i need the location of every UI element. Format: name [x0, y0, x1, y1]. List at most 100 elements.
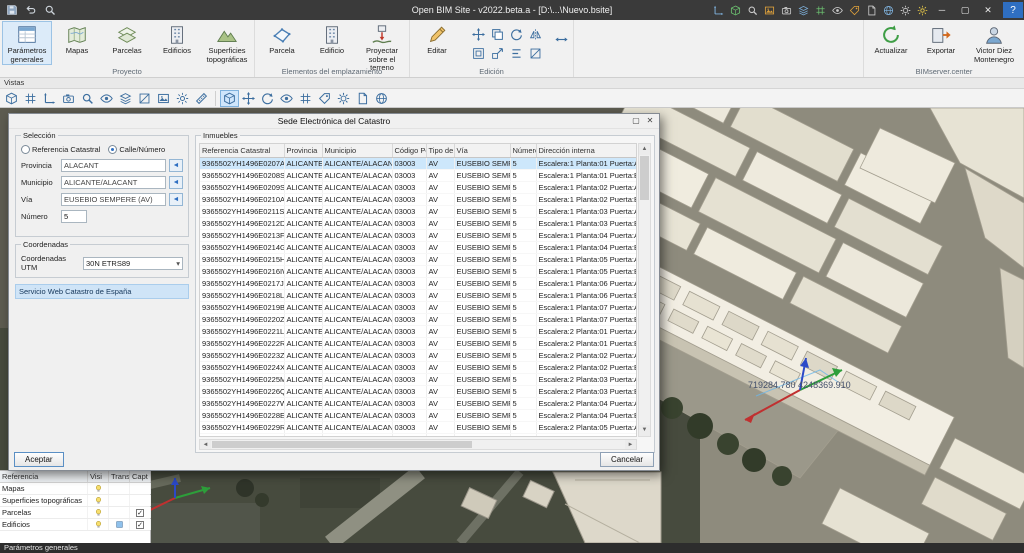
- select-mode-icon[interactable]: [220, 90, 239, 107]
- section-view-icon[interactable]: [135, 90, 154, 107]
- coordenadas-utm-select[interactable]: 30N ETRS89: [83, 257, 183, 270]
- table-row[interactable]: 9365502YH1496E0208SB ALICANTE ALICANTE/A…: [200, 169, 637, 181]
- help-button[interactable]: ?: [1003, 2, 1023, 18]
- camera-view-icon[interactable]: [59, 90, 78, 107]
- editar-button[interactable]: Editar: [412, 21, 462, 65]
- col-codigo-postal[interactable]: Código Postal: [392, 144, 426, 157]
- sun-light-icon[interactable]: [173, 90, 192, 107]
- copy-button[interactable]: [488, 25, 506, 43]
- move-button[interactable]: [469, 25, 487, 43]
- save-icon[interactable]: [4, 3, 20, 18]
- municipio-pick-button[interactable]: [169, 176, 183, 189]
- view-cube-icon[interactable]: [2, 90, 21, 107]
- document-icon[interactable]: [863, 3, 879, 18]
- municipio-input[interactable]: [61, 176, 166, 189]
- scroll-up-icon[interactable]: [639, 144, 650, 155]
- maximize-button[interactable]: [954, 2, 976, 18]
- visibility-icon[interactable]: [97, 90, 116, 107]
- table-row[interactable]: 9365502YH1496E0210AL ALICANTE ALICANTE/A…: [200, 193, 637, 205]
- radio-calle-numero[interactable]: Calle/Número: [108, 145, 165, 154]
- superficies-topograficas-button[interactable]: Superficies topográficas: [202, 21, 252, 65]
- col-provincia[interactable]: Provincia: [284, 144, 322, 157]
- globe-view-icon[interactable]: [372, 90, 391, 107]
- search-icon[interactable]: [744, 3, 760, 18]
- pan-view-icon[interactable]: [239, 90, 258, 107]
- layers-icon[interactable]: [795, 3, 811, 18]
- settings-icon[interactable]: [897, 3, 913, 18]
- col-municipio[interactable]: Municipio: [322, 144, 392, 157]
- close-button[interactable]: [977, 2, 999, 18]
- scroll-down-icon[interactable]: [639, 425, 650, 436]
- mirror-button[interactable]: [526, 25, 544, 43]
- col-via[interactable]: Vía: [454, 144, 510, 157]
- parcelas-button[interactable]: Parcelas: [102, 21, 152, 65]
- proyectar-terreno-button[interactable]: Proyectar sobre el terreno: [357, 21, 407, 74]
- capture-checkbox[interactable]: [136, 521, 144, 529]
- via-input[interactable]: [61, 193, 166, 206]
- servicio-web-catastro-button[interactable]: Servicio Web Catastro de España: [15, 284, 189, 299]
- orbit-view-icon[interactable]: [258, 90, 277, 107]
- layers-view-icon[interactable]: [116, 90, 135, 107]
- table-row[interactable]: 9365502YH1496E0216IW ALICANTE ALICANTE/A…: [200, 265, 637, 277]
- axes-icon[interactable]: [710, 3, 726, 18]
- table-row[interactable]: 9365502YH1496E0227WP ALICANTE ALICANTE/A…: [200, 397, 637, 409]
- label-tag-icon[interactable]: [315, 90, 334, 107]
- mapas-button[interactable]: Mapas: [52, 21, 102, 65]
- col-numero[interactable]: Número: [510, 144, 536, 157]
- options-icon[interactable]: [334, 90, 353, 107]
- edificios-button[interactable]: Edificios: [152, 21, 202, 65]
- grid-snap-icon[interactable]: [296, 90, 315, 107]
- visibility-bulb-icon[interactable]: [88, 519, 109, 530]
- section-button[interactable]: [526, 44, 544, 62]
- top-view-icon[interactable]: [21, 90, 40, 107]
- reference-row-edificios[interactable]: Edificios: [0, 519, 150, 531]
- scroll-left-icon[interactable]: [200, 440, 211, 449]
- table-row[interactable]: 9365502YH1496E0209SD ALICANTE ALICANTE/A…: [200, 181, 637, 193]
- table-row[interactable]: 9365502YH1496E0212DZ ALICANTE ALICANTE/A…: [200, 217, 637, 229]
- table-row[interactable]: 9365502YH1496E0228EA ALICANTE ALICANTE/A…: [200, 409, 637, 421]
- grid-icon[interactable]: [812, 3, 828, 18]
- scale-button[interactable]: [488, 44, 506, 62]
- user-account-button[interactable]: Victor Diez Montenegro: [966, 21, 1022, 65]
- table-row[interactable]: 9365502YH1496E0207AL ALICANTE ALICANTE/A…: [200, 157, 637, 169]
- col-direccion-interna[interactable]: Dirección interna: [536, 144, 637, 157]
- table-row[interactable]: 9365502YH1496E0223ZY ALICANTE ALICANTE/A…: [200, 349, 637, 361]
- provincia-input[interactable]: [61, 159, 166, 172]
- dialog-maximize-icon[interactable]: [629, 115, 643, 127]
- actualizar-button[interactable]: Actualizar: [866, 21, 916, 65]
- table-row[interactable]: 9365502YH1496E0211SB ALICANTE ALICANTE/A…: [200, 205, 637, 217]
- aceptar-button[interactable]: Aceptar: [14, 452, 64, 467]
- table-row[interactable]: 9365502YH1496E0229RS ALICANTE ALICANTE/A…: [200, 421, 637, 433]
- table-row[interactable]: 9365502YH1496E0224XU ALICANTE ALICANTE/A…: [200, 361, 637, 373]
- capture-checkbox[interactable]: [136, 509, 144, 517]
- col-tipo-via[interactable]: Tipo de vía: [426, 144, 454, 157]
- hide-elements-icon[interactable]: [277, 90, 296, 107]
- edificio-button[interactable]: Edificio: [307, 21, 357, 65]
- globe-icon[interactable]: [880, 3, 896, 18]
- sun-icon[interactable]: [914, 3, 930, 18]
- table-row[interactable]: 9365502YH1496E0221LR ALICANTE ALICANTE/A…: [200, 325, 637, 337]
- table-horizontal-scrollbar[interactable]: [199, 439, 637, 450]
- provincia-pick-button[interactable]: [169, 159, 183, 172]
- exportar-button[interactable]: Exportar: [916, 21, 966, 65]
- reference-row-superficies[interactable]: Superficies topográficas: [0, 495, 150, 507]
- dialog-close-icon[interactable]: [643, 115, 657, 127]
- undo-icon[interactable]: [23, 3, 39, 18]
- table-row[interactable]: 9365502YH1496E0217JE ALICANTE ALICANTE/A…: [200, 277, 637, 289]
- table-row[interactable]: 9365502YH1496E0220ZF ALICANTE ALICANTE/A…: [200, 313, 637, 325]
- table-row[interactable]: 9365502YH1496E0218LR ALICANTE ALICANTE/A…: [200, 289, 637, 301]
- report-icon[interactable]: [353, 90, 372, 107]
- eye-icon[interactable]: [829, 3, 845, 18]
- zoom-window-icon[interactable]: [78, 90, 97, 107]
- reference-row-mapas[interactable]: Mapas: [0, 483, 150, 495]
- radio-icon[interactable]: [21, 145, 30, 154]
- table-row[interactable]: 9365502YH1496E0214GM ALICANTE ALICANTE/A…: [200, 241, 637, 253]
- table-row[interactable]: 9365502YH1496E0230WF ALICANTE ALICANTE/A…: [200, 433, 637, 437]
- rotate-button[interactable]: [507, 25, 525, 43]
- minimize-button[interactable]: [931, 2, 953, 18]
- vertical-scroll-thumb[interactable]: [640, 156, 649, 200]
- transparency-icon[interactable]: [109, 519, 130, 530]
- table-row[interactable]: 9365502YH1496E0222RT ALICANTE ALICANTE/A…: [200, 337, 637, 349]
- photo-icon[interactable]: [761, 3, 777, 18]
- radio-icon-selected[interactable]: [108, 145, 117, 154]
